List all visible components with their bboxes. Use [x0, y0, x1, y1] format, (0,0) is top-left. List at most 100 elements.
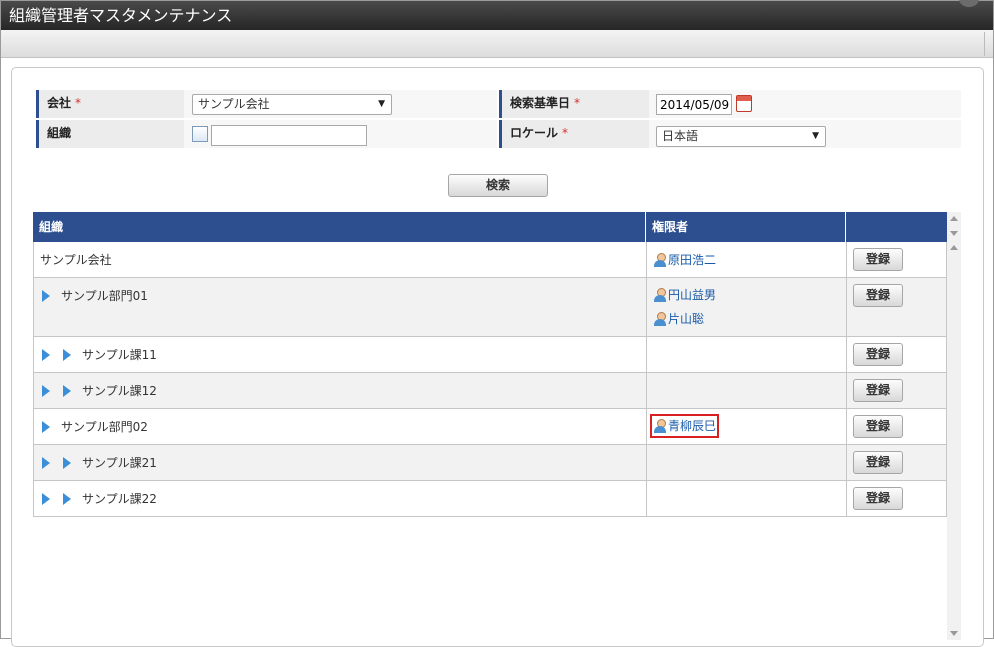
form-row-2: 組織 ロケール * 日本語 ▼	[36, 120, 961, 148]
user-name: 円山益男	[668, 288, 717, 302]
locale-select-value: 日本語	[662, 129, 699, 143]
users-cell	[647, 373, 847, 408]
header-action	[846, 212, 947, 242]
table-row: サンプル部門01 円山益男 片山聡 登録	[33, 278, 947, 337]
base-date-label: 検索基準日 *	[499, 90, 649, 118]
register-button[interactable]: 登録	[853, 248, 903, 271]
user-icon	[653, 312, 667, 326]
base-date-cell	[649, 90, 961, 118]
base-date-label-text: 検索基準日	[510, 96, 571, 110]
org-name: サンプル部門02	[61, 420, 148, 434]
register-button[interactable]: 登録	[853, 284, 903, 307]
action-cell: 登録	[847, 445, 947, 480]
user-link[interactable]: 円山益男	[653, 286, 716, 304]
user-link[interactable]: 片山聡	[653, 310, 704, 328]
org-cell	[184, 120, 497, 148]
users-cell	[647, 445, 847, 480]
expand-triangle-icon[interactable]	[42, 290, 50, 302]
dropdown-arrow-icon: ▼	[812, 131, 819, 141]
table-row: サンプル課21 登録	[33, 445, 947, 481]
toolbar-divider	[984, 32, 985, 56]
expand-triangle-icon[interactable]	[63, 493, 71, 505]
user-link-highlighted[interactable]: 青柳辰巳	[649, 414, 720, 438]
search-button[interactable]: 検索	[448, 174, 548, 197]
header-authorized: 権限者	[646, 212, 846, 242]
register-button[interactable]: 登録	[853, 451, 903, 474]
locale-cell: 日本語 ▼	[649, 120, 961, 148]
page-title: 組織管理者マスタメンテナンス	[9, 6, 233, 25]
action-cell: 登録	[847, 337, 947, 372]
register-button[interactable]: 登録	[853, 487, 903, 510]
org-name: サンプル課11	[82, 348, 157, 362]
locale-label: ロケール *	[499, 120, 649, 148]
user-name: 片山聡	[668, 312, 705, 326]
expand-triangle-icon[interactable]	[42, 349, 50, 361]
app-window: 組織管理者マスタメンテナンス 会社 * サンプル会社 ▼ 検索基準日 * 201…	[0, 0, 994, 647]
toolbar	[1, 30, 993, 58]
locale-label-text: ロケール	[510, 126, 559, 140]
user-icon	[653, 253, 667, 267]
register-button[interactable]: 登録	[853, 415, 903, 438]
org-cell: サンプル部門02	[34, 409, 647, 444]
scroll-down-icon[interactable]	[950, 231, 958, 236]
org-cell: サンプル部門01	[34, 278, 647, 336]
org-input[interactable]	[211, 125, 367, 146]
user-icon	[653, 288, 667, 302]
users-cell: 原田浩二	[647, 242, 847, 277]
register-button[interactable]: 登録	[853, 379, 903, 402]
company-label: 会社 *	[36, 90, 184, 118]
company-label-text: 会社	[47, 96, 72, 110]
expand-triangle-icon[interactable]	[42, 421, 50, 433]
expand-triangle-icon[interactable]	[42, 457, 50, 469]
org-cell: サンプル会社	[34, 242, 647, 277]
org-name: サンプル会社	[40, 253, 112, 267]
header-org: 組織	[33, 212, 646, 242]
users-cell: 円山益男 片山聡	[647, 278, 847, 336]
dropdown-arrow-icon: ▼	[378, 99, 385, 109]
user-name: 青柳辰巳	[668, 419, 717, 433]
required-mark: *	[562, 126, 569, 140]
user-link[interactable]: 原田浩二	[653, 251, 716, 269]
action-cell: 登録	[847, 373, 947, 408]
action-cell: 登録	[847, 278, 947, 336]
company-select[interactable]: サンプル会社 ▼	[192, 94, 392, 115]
grid-header: 組織 権限者	[33, 212, 947, 242]
form-row-1: 会社 * サンプル会社 ▼ 検索基準日 *	[36, 90, 961, 118]
action-cell: 登録	[847, 481, 947, 516]
scroll-down-icon[interactable]	[950, 631, 958, 636]
table-row: サンプル会社 原田浩二 登録	[33, 242, 947, 278]
calendar-icon[interactable]	[736, 95, 752, 112]
action-cell: 登録	[847, 409, 947, 444]
title-bar: 組織管理者マスタメンテナンス	[1, 0, 993, 30]
table-row: サンプル課22 登録	[33, 481, 947, 517]
expand-triangle-icon[interactable]	[63, 349, 71, 361]
search-icon[interactable]	[192, 126, 208, 142]
register-button[interactable]: 登録	[853, 343, 903, 366]
action-cell: 登録	[847, 242, 947, 277]
required-mark: *	[75, 96, 82, 110]
org-cell: サンプル課22	[34, 481, 647, 516]
base-date-input[interactable]	[656, 94, 732, 115]
org-name: サンプル課21	[82, 456, 157, 470]
users-cell: 青柳辰巳	[647, 409, 847, 444]
table-row: サンプル部門02 青柳辰巳 登録	[33, 409, 947, 445]
expand-triangle-icon[interactable]	[42, 385, 50, 397]
org-label: 組織	[36, 120, 184, 148]
expand-triangle-icon[interactable]	[42, 493, 50, 505]
org-cell: サンプル課11	[34, 337, 647, 372]
table-row: サンプル課12 登録	[33, 373, 947, 409]
user-icon	[653, 419, 667, 433]
org-name: サンプル課22	[82, 492, 157, 506]
scroll-up-icon[interactable]	[950, 216, 958, 221]
window-control-icon[interactable]	[959, 0, 979, 7]
org-name: サンプル部門01	[61, 289, 148, 303]
table-row: サンプル課11 登録	[33, 337, 947, 373]
org-cell: サンプル課12	[34, 373, 647, 408]
org-cell: サンプル課21	[34, 445, 647, 480]
expand-triangle-icon[interactable]	[63, 457, 71, 469]
user-name: 原田浩二	[668, 253, 717, 267]
locale-select[interactable]: 日本語 ▼	[656, 126, 826, 147]
expand-triangle-icon[interactable]	[63, 385, 71, 397]
vertical-scrollbar[interactable]	[947, 212, 961, 640]
scroll-up-icon[interactable]	[950, 245, 958, 250]
